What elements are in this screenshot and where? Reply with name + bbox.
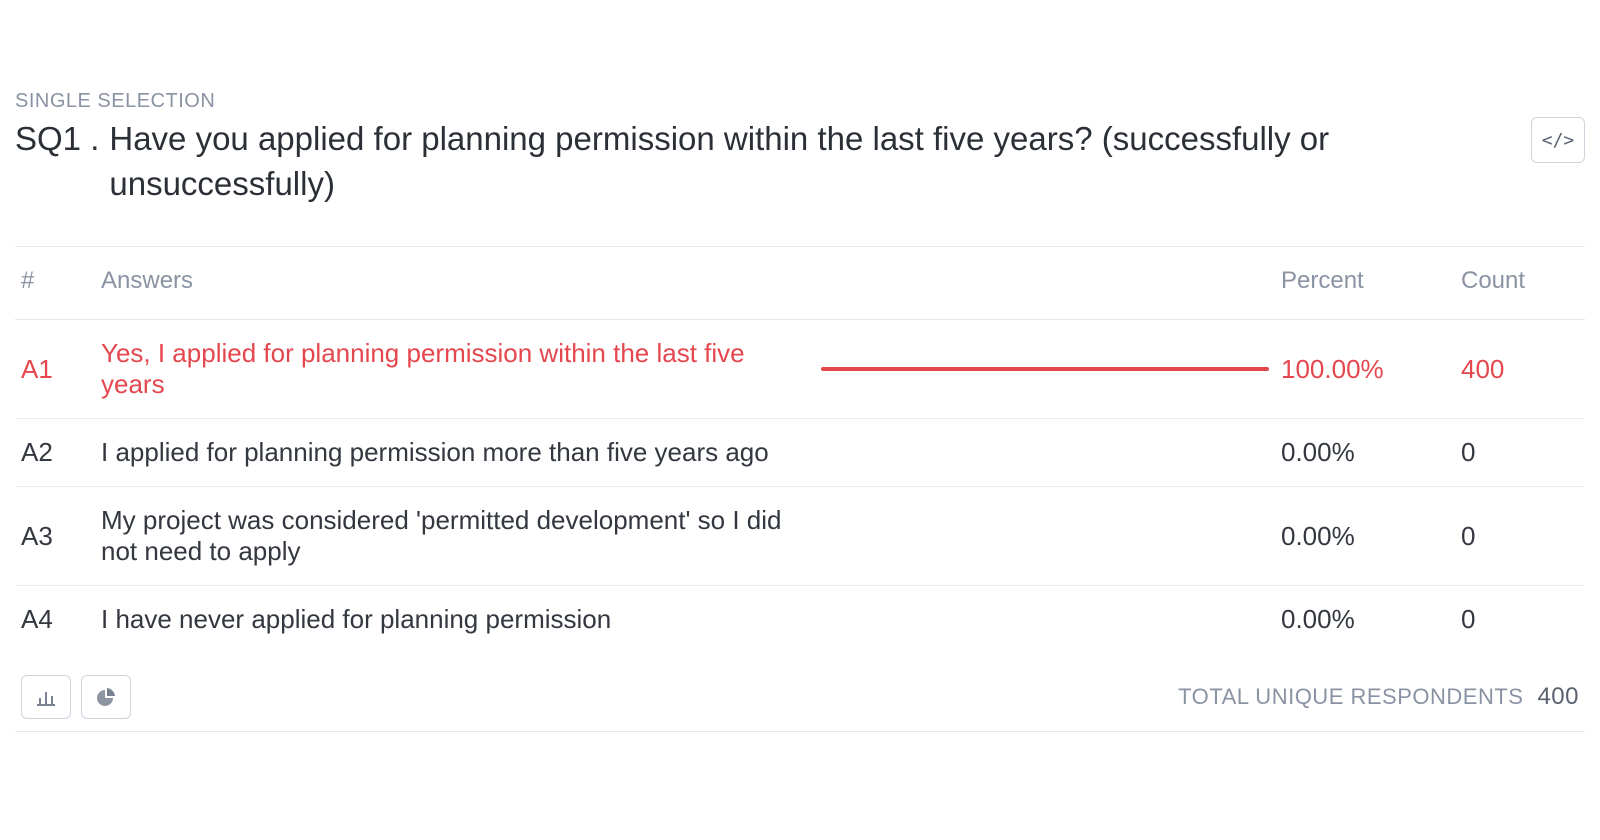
- answer-bar-cell: [815, 586, 1275, 654]
- bar-chart-view-button[interactable]: [21, 675, 71, 719]
- question-text: Have you applied for planning permission…: [109, 117, 1511, 206]
- answer-percent: 0.00%: [1275, 487, 1455, 586]
- answer-percent: 100.00%: [1275, 320, 1455, 419]
- pie-chart-view-button[interactable]: [81, 675, 131, 719]
- col-header-count: Count: [1455, 247, 1585, 320]
- answer-id: A2: [15, 419, 95, 487]
- answer-text: I applied for planning permission more t…: [95, 419, 815, 487]
- col-header-bar: [815, 247, 1275, 320]
- col-header-id: #: [15, 247, 95, 320]
- question-title: SQ1 . Have you applied for planning perm…: [15, 117, 1511, 206]
- bar-chart-icon: [36, 688, 56, 706]
- answer-text: My project was considered 'permitted dev…: [95, 487, 815, 586]
- table-header-row: # Answers Percent Count: [15, 247, 1585, 320]
- answer-bar: [821, 451, 1269, 455]
- col-header-answers: Answers: [95, 247, 815, 320]
- table-row: A1Yes, I applied for planning permission…: [15, 320, 1585, 419]
- answer-bar-fill: [821, 367, 1269, 371]
- answer-text: I have never applied for planning permis…: [95, 586, 815, 654]
- answer-percent: 0.00%: [1275, 419, 1455, 487]
- answer-id: A1: [15, 320, 95, 419]
- answer-count: 400: [1455, 320, 1585, 419]
- table-row: A3My project was considered 'permitted d…: [15, 487, 1585, 586]
- answer-count: 0: [1455, 487, 1585, 586]
- answer-bar: [821, 367, 1269, 371]
- answer-count: 0: [1455, 419, 1585, 487]
- answer-bar-cell: [815, 419, 1275, 487]
- table-row: A2I applied for planning permission more…: [15, 419, 1585, 487]
- answer-text: Yes, I applied for planning permission w…: [95, 320, 815, 419]
- col-header-percent: Percent: [1275, 247, 1455, 320]
- answer-count: 0: [1455, 586, 1585, 654]
- question-code: SQ1 .: [15, 117, 99, 206]
- answer-percent: 0.00%: [1275, 586, 1455, 654]
- total-respondents-value: 400: [1537, 683, 1579, 711]
- answer-id: A3: [15, 487, 95, 586]
- code-icon: </>: [1542, 130, 1575, 151]
- answer-bar-cell: [815, 487, 1275, 586]
- table-row: A4I have never applied for planning perm…: [15, 586, 1585, 654]
- pie-chart-icon: [96, 687, 116, 707]
- embed-code-button[interactable]: </>: [1531, 117, 1585, 163]
- answer-bar-cell: [815, 320, 1275, 419]
- answers-table: # Answers Percent Count A1Yes, I applied…: [15, 246, 1585, 653]
- total-respondents-label: TOTAL UNIQUE RESPONDENTS: [1178, 684, 1523, 710]
- answer-bar: [821, 618, 1269, 622]
- question-type-label: SINGLE SELECTION: [15, 90, 1585, 113]
- answer-bar: [821, 534, 1269, 538]
- total-respondents: TOTAL UNIQUE RESPONDENTS 400: [1178, 683, 1579, 711]
- answer-id: A4: [15, 586, 95, 654]
